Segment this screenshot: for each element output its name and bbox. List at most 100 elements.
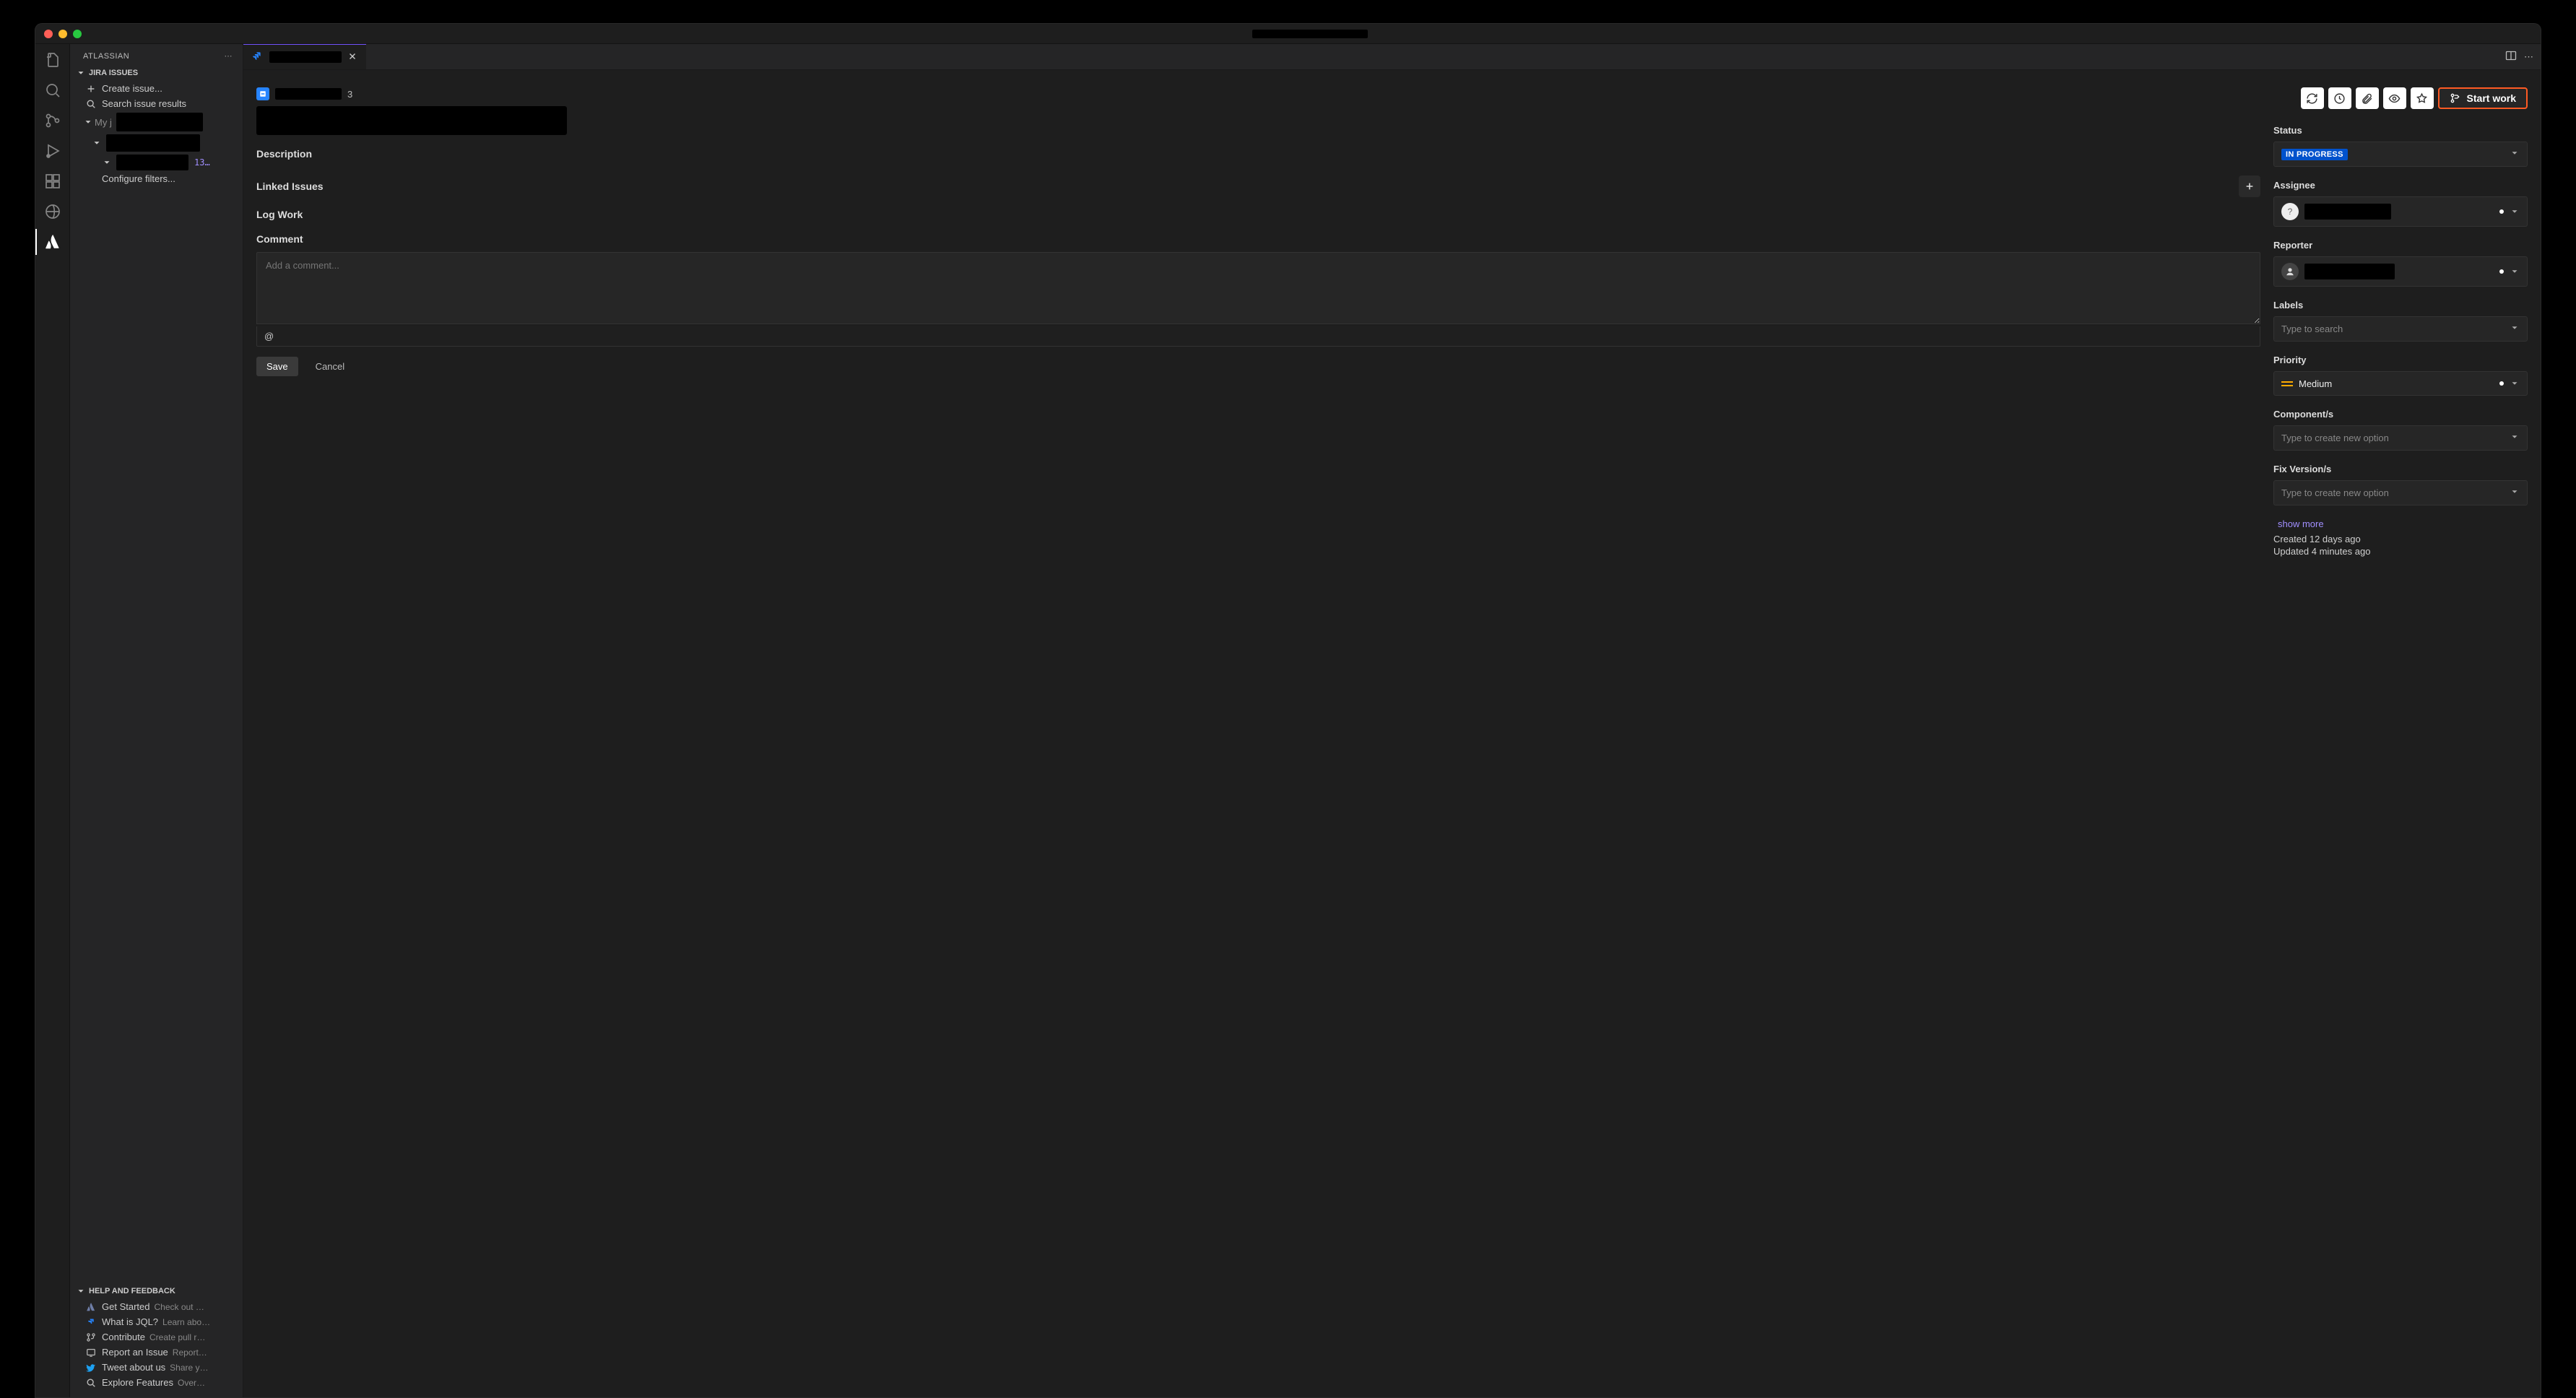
sidebar-title: ATLASSIAN — [83, 52, 129, 61]
status-field[interactable]: IN PROGRESS — [2273, 142, 2528, 167]
window-controls — [44, 30, 82, 38]
create-issue-item[interactable]: Create issue... — [70, 81, 243, 96]
unassigned-avatar-icon: ? — [2281, 203, 2299, 220]
issue-key-redacted — [275, 88, 342, 100]
priority-value: Medium — [2299, 378, 2332, 389]
components-field[interactable]: Type to create new option — [2273, 425, 2528, 451]
start-work-button[interactable]: Start work — [2438, 87, 2528, 109]
redacted-project — [106, 134, 200, 152]
labels-label: Labels — [2273, 300, 2528, 311]
search-results-label: Search issue results — [102, 98, 186, 109]
split-editor-icon[interactable] — [2505, 50, 2517, 64]
refresh-button[interactable] — [2301, 87, 2324, 109]
assignee-redacted — [2304, 204, 2391, 220]
fixversion-placeholder: Type to create new option — [2281, 487, 2389, 498]
assignee-label: Assignee — [2273, 180, 2528, 191]
sidebar-more-icon[interactable]: ⋯ — [225, 51, 233, 61]
add-linked-issue-button[interactable] — [2239, 175, 2260, 197]
jira-issues-section[interactable]: JIRA ISSUES — [70, 65, 243, 81]
start-work-label: Start work — [2467, 92, 2516, 104]
labels-field[interactable]: Type to search — [2273, 316, 2528, 342]
tree-project-row[interactable] — [70, 133, 243, 153]
search-icon[interactable] — [35, 82, 70, 99]
close-window-button[interactable] — [44, 30, 53, 38]
help-section[interactable]: HELP AND FEEDBACK — [70, 1283, 243, 1299]
chevron-down-icon — [2510, 148, 2520, 160]
issue-tab[interactable] — [243, 44, 366, 69]
activity-bar — [35, 44, 70, 1397]
vscode-window: ATLASSIAN ⋯ JIRA ISSUES Create issue... … — [35, 23, 2541, 1398]
help-jql[interactable]: What is JQL?Learn abo… — [70, 1314, 243, 1329]
section-label: JIRA ISSUES — [89, 69, 138, 77]
save-button[interactable]: Save — [256, 357, 298, 376]
tab-close-icon[interactable] — [347, 51, 357, 64]
clear-indicator — [2499, 209, 2504, 214]
tree-filter-row[interactable]: 13… — [70, 153, 243, 172]
help-report-issue[interactable]: Report an IssueReport… — [70, 1345, 243, 1360]
reporter-avatar-icon — [2281, 263, 2299, 280]
search-results-item[interactable]: Search issue results — [70, 96, 243, 111]
explorer-icon[interactable] — [35, 51, 70, 69]
editor-more-icon[interactable]: ⋯ — [2524, 51, 2533, 63]
cancel-button[interactable]: Cancel — [305, 357, 355, 376]
help-explore[interactable]: Explore FeaturesOver… — [70, 1375, 243, 1390]
favorite-button[interactable] — [2411, 87, 2434, 109]
comment-heading: Comment — [256, 233, 2260, 245]
jira-tab-icon — [252, 51, 264, 64]
redacted-filter — [116, 155, 188, 170]
extensions-icon[interactable] — [35, 173, 70, 190]
source-control-icon[interactable] — [35, 112, 70, 129]
remote-icon[interactable] — [35, 203, 70, 220]
atlassian-activity-icon[interactable] — [35, 233, 70, 251]
reporter-field[interactable] — [2273, 256, 2528, 287]
issue-details: Start work Status IN PROGRESS Assignee ? — [2273, 70, 2541, 1397]
tree-site-row[interactable]: My j — [70, 111, 243, 133]
reporter-label: Reporter — [2273, 240, 2528, 251]
configure-filters[interactable]: Configure filters... — [70, 172, 243, 186]
watch-button[interactable] — [2383, 87, 2406, 109]
components-label: Component/s — [2273, 409, 2528, 420]
maximize-window-button[interactable] — [73, 30, 82, 38]
issue-type-icon — [256, 87, 269, 100]
created-meta: Created 12 days ago — [2273, 534, 2528, 544]
window-title-redacted — [1252, 30, 1368, 38]
show-more-link[interactable]: show more — [2278, 518, 2528, 529]
sidebar-header: ATLASSIAN ⋯ — [70, 44, 243, 65]
priority-label: Priority — [2273, 355, 2528, 365]
priority-field[interactable]: Medium — [2273, 371, 2528, 396]
create-issue-label: Create issue... — [102, 83, 162, 94]
clear-indicator — [2499, 381, 2504, 386]
minimize-window-button[interactable] — [58, 30, 67, 38]
fixversion-label: Fix Version/s — [2273, 464, 2528, 474]
tab-title-redacted — [269, 51, 342, 63]
status-value: IN PROGRESS — [2281, 149, 2348, 160]
attach-button[interactable] — [2356, 87, 2379, 109]
priority-medium-icon — [2281, 378, 2293, 389]
help-contribute[interactable]: ContributeCreate pull r… — [70, 1329, 243, 1345]
labels-placeholder: Type to search — [2281, 324, 2343, 334]
description-heading: Description — [256, 148, 2260, 160]
editor-area: ⋯ 3 — [243, 44, 2541, 1397]
help-get-started[interactable]: Get StartedCheck out … — [70, 1299, 243, 1314]
run-debug-icon[interactable] — [35, 142, 70, 160]
linked-issues-heading: Linked Issues — [256, 181, 324, 192]
issue-key-suffix: 3 — [347, 89, 352, 100]
log-work-heading: Log Work — [256, 209, 2260, 220]
assignee-field[interactable]: ? — [2273, 196, 2528, 227]
help-tweet[interactable]: Tweet about usShare y… — [70, 1360, 243, 1375]
issue-main: 3 Description Linked Issues Log — [243, 70, 2273, 1397]
sidebar: ATLASSIAN ⋯ JIRA ISSUES Create issue... … — [70, 44, 243, 1397]
status-label: Status — [2273, 125, 2528, 136]
help-section-label: HELP AND FEEDBACK — [89, 1287, 175, 1295]
mention-button[interactable]: @ — [256, 326, 2260, 347]
window-titlebar — [35, 24, 2541, 44]
clear-indicator — [2499, 269, 2504, 274]
comment-input[interactable] — [256, 252, 2260, 324]
fixversion-field[interactable]: Type to create new option — [2273, 480, 2528, 505]
reporter-redacted — [2304, 264, 2395, 279]
updated-meta: Updated 4 minutes ago — [2273, 546, 2528, 557]
redacted-site — [116, 113, 203, 131]
components-placeholder: Type to create new option — [2281, 433, 2389, 443]
worklog-button[interactable] — [2328, 87, 2351, 109]
issue-count: 13… — [194, 157, 210, 168]
